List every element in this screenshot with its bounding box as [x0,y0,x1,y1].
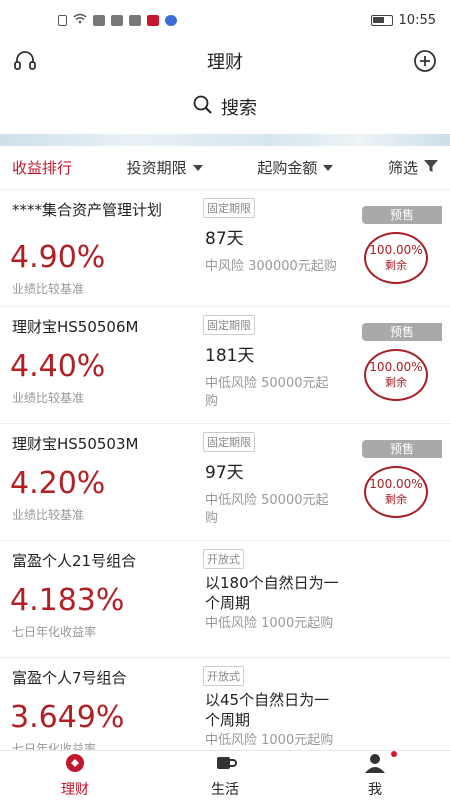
remaining-percent: 100.00% [369,360,423,374]
product-rate: 4.183% [10,583,125,618]
product-risk: 中低风险 50000元起购 [205,376,329,409]
product-term: 以180个自然日为一个周期 [205,574,339,612]
product-term: 97天 [205,463,244,483]
filter-label: 起购金额 [257,159,318,177]
page-title: 理财 [207,52,243,73]
title-bar: 理财 [0,40,450,82]
filter-label: 投资期限 [126,159,187,177]
product-name: 理财宝HS50503M [12,435,139,453]
banner-strip [0,134,450,146]
product-tag: 开放式 [203,549,244,569]
product-rate: 3.649% [10,700,125,735]
product-tag: 固定期限 [203,432,255,452]
product-risk: 中低风险 1000元起购 [205,616,334,631]
product-term: 以45个自然日为一个周期 [205,691,330,729]
status-bar: 10:55 [0,0,450,40]
caret-down-icon [192,164,203,171]
remaining-label: 剩余 [385,493,407,506]
nav-me[interactable]: 我 [325,750,425,799]
product-rate: 4.40% [10,349,106,384]
product-card[interactable]: 富盈个人7号组合 3.649% 七日年化收益率 开放式 以45个自然日为一个周期… [0,658,450,750]
nav-life[interactable]: 生活 [175,753,275,799]
remaining-percent: 100.00% [369,243,423,257]
product-term: 87天 [205,229,244,249]
filter-bar: 收益排行 投资期限 起购金额 筛选 [0,146,450,190]
funnel-icon [423,159,438,177]
product-tag: 固定期限 [203,315,255,335]
product-rate-label: 业绩比较基准 [12,508,85,522]
product-rate-label: 七日年化收益率 [12,742,97,750]
remaining-stamp: 100.00% 剩余 [364,349,428,401]
product-rate: 4.20% [10,466,106,501]
music-icon [165,14,177,26]
search-area: 搜索 [0,82,450,134]
filter-label: 筛选 [387,159,418,177]
battery-saver-icon [111,14,123,26]
huawei-icon [93,14,105,26]
app-icon [129,14,141,26]
remaining-stamp: 100.00% 剩余 [364,466,428,518]
product-name: ****集合资产管理计划 [12,201,163,219]
product-tag: 固定期限 [203,198,255,218]
product-list: ****集合资产管理计划 4.90% 业绩比较基准 固定期限 87天 中风险 3… [0,190,450,750]
product-rate: 4.90% [10,240,106,275]
product-name: 富盈个人7号组合 [12,669,127,687]
person-icon [325,753,425,777]
bottom-nav: 理财 生活 我 [0,750,450,800]
search-label: 搜索 [221,98,257,119]
add-icon[interactable] [412,48,438,74]
product-card[interactable]: ****集合资产管理计划 4.90% 业绩比较基准 固定期限 87天 中风险 3… [0,190,450,307]
mail-icon [147,14,159,26]
status-right: 10:55 [370,12,436,28]
wealth-icon [25,753,125,777]
caret-down-icon [323,164,334,171]
filter-term[interactable]: 投资期限 [127,146,203,190]
filter-yield-rank[interactable]: 收益排行 [12,146,72,190]
nav-label: 生活 [211,781,239,798]
product-card[interactable]: 富盈个人21号组合 4.183% 七日年化收益率 开放式 以180个自然日为一个… [0,541,450,658]
search-bar[interactable]: 搜索 [6,86,444,128]
remaining-label: 剩余 [385,376,407,389]
cup-icon [175,753,275,777]
product-card[interactable]: 理财宝HS50506M 4.40% 业绩比较基准 固定期限 181天 中低风险 … [0,307,450,424]
remaining-label: 剩余 [385,259,407,272]
product-risk: 中风险 300000元起购 [205,259,337,274]
filter-screen[interactable]: 筛选 [388,146,438,190]
search-icon [193,95,213,120]
nav-wealth[interactable]: 理财 [25,753,125,799]
nav-label: 我 [368,781,382,798]
product-name: 富盈个人21号组合 [12,552,137,570]
presale-badge: 预售 [362,323,442,341]
filter-label: 收益排行 [12,159,73,177]
remaining-stamp: 100.00% 剩余 [364,232,428,284]
product-rate-label: 七日年化收益率 [12,625,97,639]
product-term: 181天 [205,346,255,366]
wifi-icon [73,13,87,27]
product-risk: 中低风险 1000元起购 [205,733,334,748]
presale-badge: 预售 [362,440,442,458]
presale-badge: 预售 [362,206,442,224]
remaining-percent: 100.00% [369,477,423,491]
product-rate-label: 业绩比较基准 [12,391,85,405]
sim-icon [58,14,67,26]
filter-min-amount[interactable]: 起购金额 [257,146,334,190]
battery-icon [370,14,393,26]
notification-dot [391,750,397,757]
headset-icon[interactable] [12,48,38,74]
product-rate-label: 业绩比较基准 [12,282,85,296]
status-time: 10:55 [398,12,436,28]
product-tag: 开放式 [203,666,244,686]
product-name: 理财宝HS50506M [12,318,139,336]
product-risk: 中低风险 50000元起购 [205,493,329,526]
nav-label: 理财 [61,781,89,798]
status-icons [58,13,177,27]
product-card[interactable]: 理财宝HS50503M 4.20% 业绩比较基准 固定期限 97天 中低风险 5… [0,424,450,541]
